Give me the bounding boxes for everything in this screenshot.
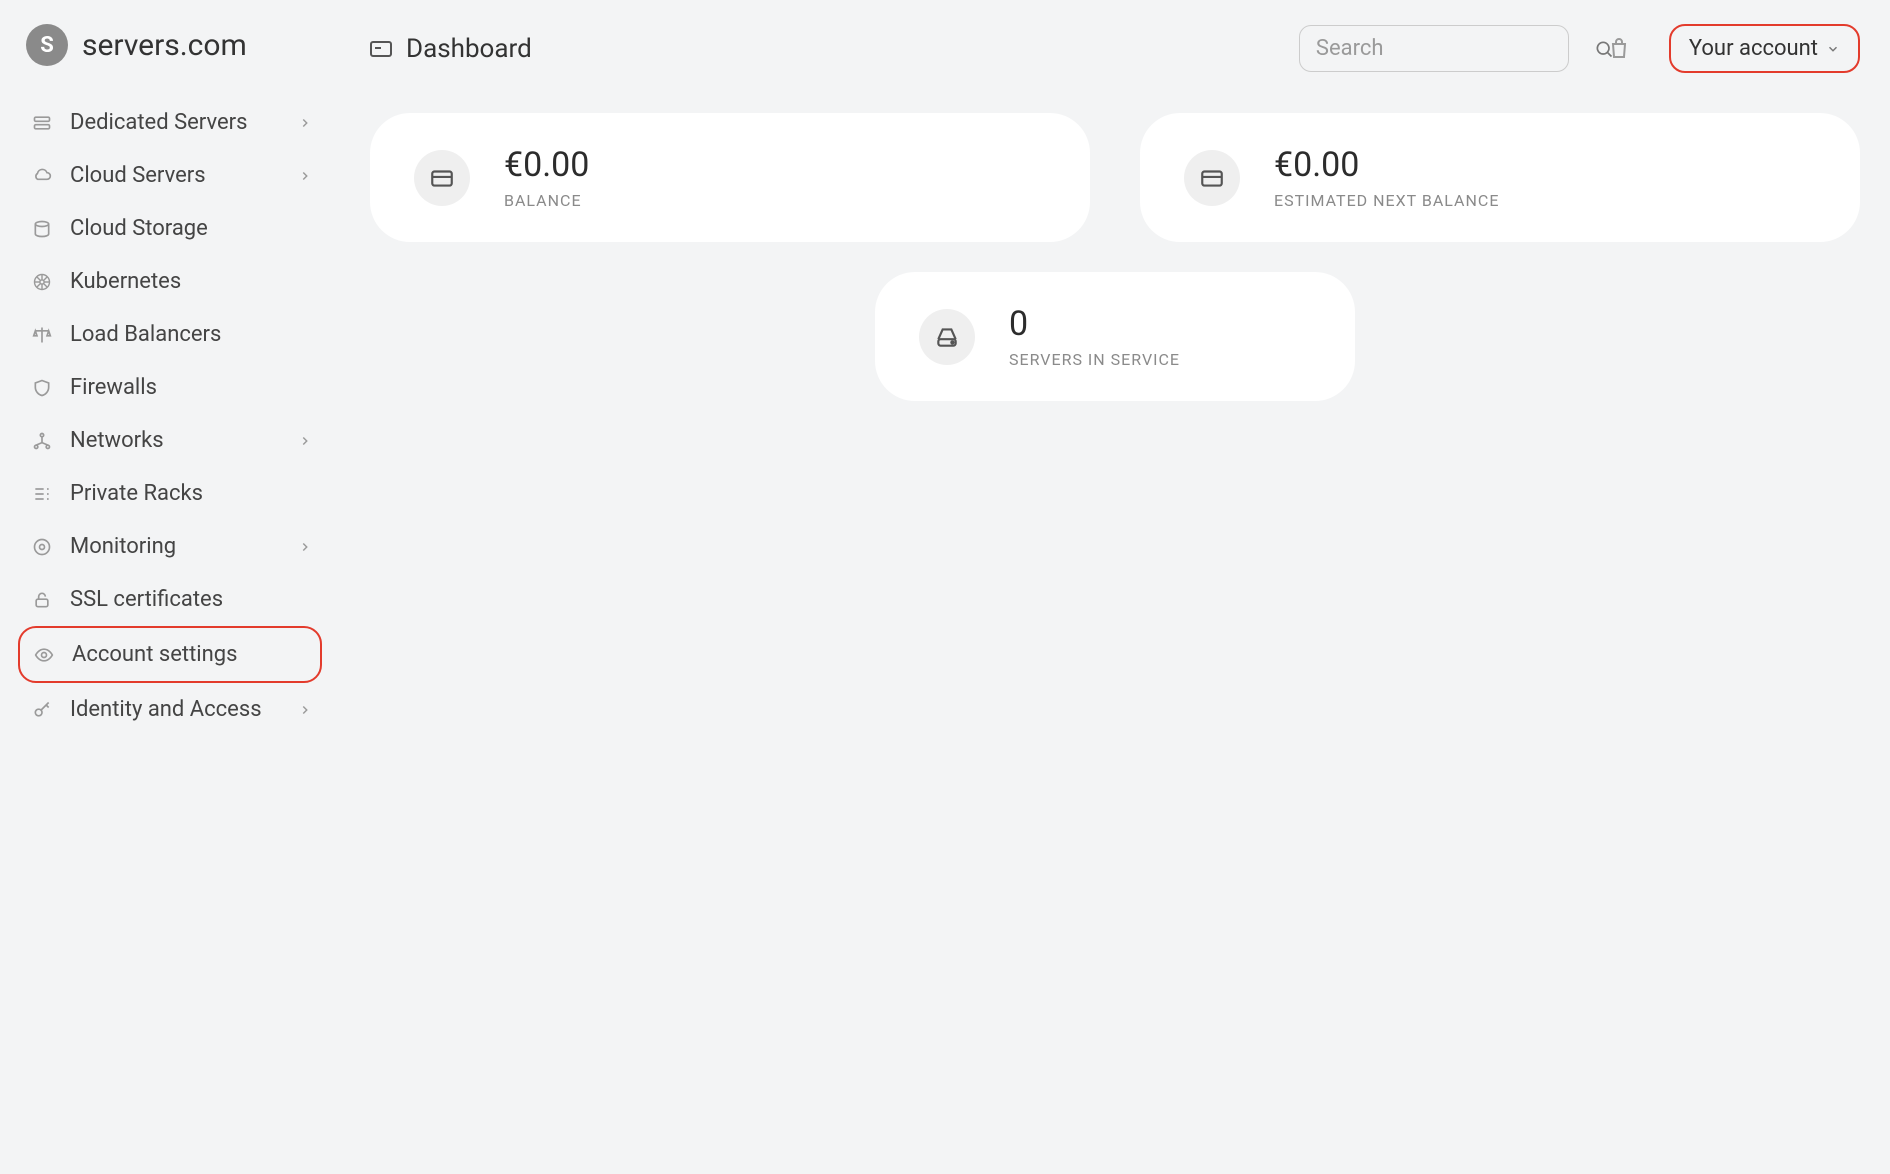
balance-value: €0.00 xyxy=(504,145,589,185)
sidebar-item-private-racks[interactable]: Private Racks xyxy=(18,467,322,520)
estimated-value: €0.00 xyxy=(1274,145,1499,185)
sidebar: S servers.com Dedicated Servers Cloud Ser… xyxy=(0,0,340,1174)
sidebar-item-label: Firewalls xyxy=(56,375,312,400)
topbar: Dashboard Your account xyxy=(370,24,1860,73)
breadcrumb-label: Dashboard xyxy=(406,34,532,64)
servers-card[interactable]: 0 SERVERS IN SERVICE xyxy=(875,272,1355,401)
cloud-icon xyxy=(28,166,56,186)
sidebar-item-kubernetes[interactable]: Kubernetes xyxy=(18,255,322,308)
sidebar-item-firewalls[interactable]: Firewalls xyxy=(18,361,322,414)
server-icon xyxy=(28,113,56,133)
sidebar-item-label: Cloud Servers xyxy=(56,163,298,188)
card-icon xyxy=(414,150,470,206)
account-menu[interactable]: Your account xyxy=(1669,24,1860,73)
brand-name: servers.com xyxy=(82,28,247,63)
monitoring-icon xyxy=(28,537,56,557)
search-input[interactable] xyxy=(1316,36,1594,61)
search-box[interactable] xyxy=(1299,25,1569,72)
sidebar-item-label: Dedicated Servers xyxy=(56,110,298,135)
sidebar-item-label: Identity and Access xyxy=(56,697,298,722)
storage-icon xyxy=(28,219,56,239)
sidebar-item-cloud-servers[interactable]: Cloud Servers xyxy=(18,149,322,202)
sidebar-item-label: Monitoring xyxy=(56,534,298,559)
sidebar-item-label: Kubernetes xyxy=(56,269,312,294)
chevron-right-icon xyxy=(298,169,312,183)
balance-label: BALANCE xyxy=(504,191,589,210)
sidebar-item-label: Load Balancers xyxy=(56,322,312,347)
sidebar-item-cloud-storage[interactable]: Cloud Storage xyxy=(18,202,322,255)
sidebar-item-identity-and-access[interactable]: Identity and Access xyxy=(18,683,322,736)
sidebar-nav: Dedicated Servers Cloud Servers Cloud Stor… xyxy=(18,96,322,736)
sidebar-item-load-balancers[interactable]: Load Balancers xyxy=(18,308,322,361)
chevron-right-icon xyxy=(298,434,312,448)
sidebar-item-networks[interactable]: Networks xyxy=(18,414,322,467)
sidebar-item-label: Cloud Storage xyxy=(56,216,312,241)
balance-icon xyxy=(28,325,56,345)
cart-icon[interactable] xyxy=(1597,37,1641,61)
chevron-down-icon xyxy=(1826,42,1840,56)
sidebar-item-dedicated-servers[interactable]: Dedicated Servers xyxy=(18,96,322,149)
racks-icon xyxy=(28,484,56,504)
card-icon xyxy=(1184,150,1240,206)
brand-mark-icon: S xyxy=(26,24,68,66)
eye-icon xyxy=(30,645,58,665)
sidebar-item-label: Account settings xyxy=(58,642,310,667)
sidebar-item-label: SSL certificates xyxy=(56,587,312,612)
servers-value: 0 xyxy=(1009,304,1180,344)
main-content: Dashboard Your account xyxy=(340,0,1890,1174)
sidebar-item-ssl-certificates[interactable]: SSL certificates xyxy=(18,573,322,626)
chevron-right-icon xyxy=(298,540,312,554)
brand-logo[interactable]: S servers.com xyxy=(18,24,322,66)
servers-label: SERVERS IN SERVICE xyxy=(1009,350,1180,369)
shield-icon xyxy=(28,378,56,398)
sidebar-item-label: Private Racks xyxy=(56,481,312,506)
sidebar-item-label: Networks xyxy=(56,428,298,453)
breadcrumb[interactable]: Dashboard xyxy=(370,34,532,64)
kubernetes-icon xyxy=(28,272,56,292)
terminal-icon xyxy=(370,41,392,57)
key-icon xyxy=(28,700,56,720)
network-icon xyxy=(28,431,56,451)
estimated-label: ESTIMATED NEXT BALANCE xyxy=(1274,191,1499,210)
estimated-balance-card[interactable]: €0.00 ESTIMATED NEXT BALANCE xyxy=(1140,113,1860,242)
chevron-right-icon xyxy=(298,703,312,717)
sidebar-item-monitoring[interactable]: Monitoring xyxy=(18,520,322,573)
lock-icon xyxy=(28,590,56,610)
balance-card[interactable]: €0.00 BALANCE xyxy=(370,113,1090,242)
account-label: Your account xyxy=(1689,36,1818,61)
chevron-right-icon xyxy=(298,116,312,130)
drive-icon xyxy=(919,309,975,365)
sidebar-item-account-settings[interactable]: Account settings xyxy=(18,626,322,683)
